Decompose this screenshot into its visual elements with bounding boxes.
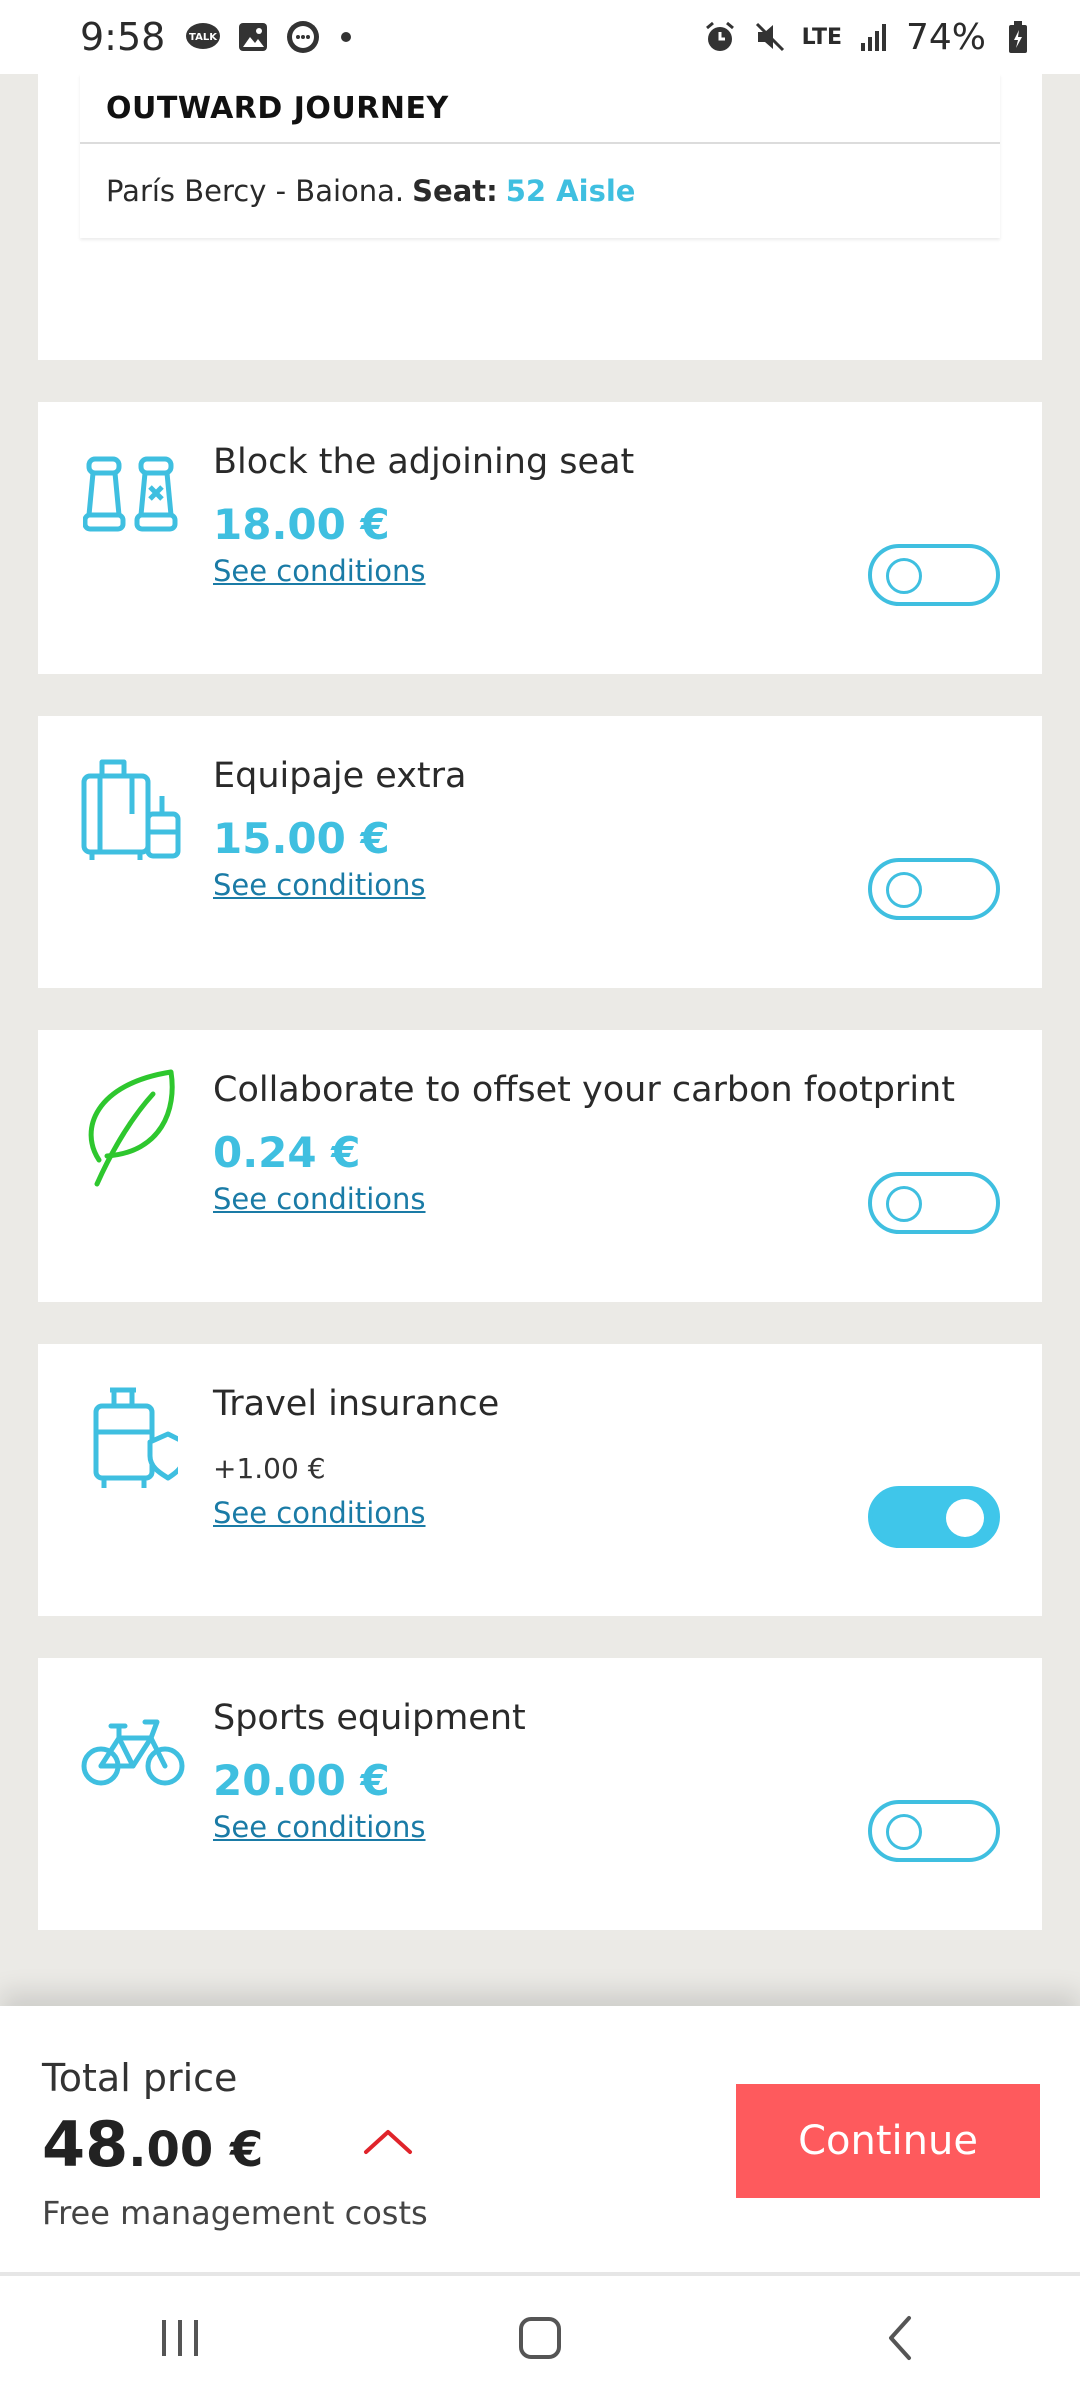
back-icon[interactable] xyxy=(840,2293,960,2383)
network-type: LTE xyxy=(801,24,842,50)
alarm-icon xyxy=(702,19,738,55)
journey-section: OUTWARD JOURNEY París Bercy - Baiona. Se… xyxy=(38,74,1042,360)
status-time: 9:58 xyxy=(80,15,166,59)
talk-icon: TALK xyxy=(185,19,221,55)
extra-price: 20.00 € xyxy=(213,1756,390,1805)
total-price-amount: 48.00 € xyxy=(42,2108,263,2181)
battery-percent: 74% xyxy=(905,16,986,58)
recent-apps-icon[interactable] xyxy=(120,2293,240,2383)
toggle-knob xyxy=(946,1499,984,1537)
insurance-luggage-icon xyxy=(78,1384,188,1494)
see-conditions-link[interactable]: See conditions xyxy=(213,554,426,588)
extra-card-extra-luggage: Equipaje extra 15.00 € See conditions xyxy=(38,716,1042,988)
block-seat-toggle[interactable] xyxy=(868,544,1000,606)
luggage-icon xyxy=(78,756,188,866)
travel-insurance-toggle[interactable] xyxy=(868,1486,1000,1548)
extra-card-carbon-offset: Collaborate to offset your carbon footpr… xyxy=(38,1030,1042,1302)
toggle-knob xyxy=(886,1814,922,1850)
total-price-bar: Total price 48.00 € Free management cost… xyxy=(0,2006,1080,2272)
seats-icon xyxy=(78,442,188,552)
extra-price: 15.00 € xyxy=(213,814,390,863)
chevron-up-icon[interactable] xyxy=(360,2124,416,2160)
bicycle-icon xyxy=(78,1698,188,1808)
journey-route: París Bercy - Baiona. Seat: 52 Aisle xyxy=(80,144,1000,238)
journey-title: OUTWARD JOURNEY xyxy=(80,74,1000,144)
toggle-knob xyxy=(886,872,922,908)
extra-luggage-toggle[interactable] xyxy=(868,858,1000,920)
extra-price: 18.00 € xyxy=(213,500,390,549)
svg-text:TALK: TALK xyxy=(189,32,218,43)
leaf-icon xyxy=(78,1069,188,1187)
route-text: París Bercy - Baiona. xyxy=(106,174,405,208)
total-price-label: Total price xyxy=(42,2056,238,2100)
extra-price: +1.00 € xyxy=(213,1452,326,1485)
total-price-integer: 48 xyxy=(42,2108,129,2181)
messages-icon xyxy=(285,19,321,55)
see-conditions-link[interactable]: See conditions xyxy=(213,1496,426,1530)
status-left: 9:58 TALK xyxy=(80,15,352,59)
management-costs-note: Free management costs xyxy=(42,2194,428,2232)
extra-card-travel-insurance: Travel insurance +1.00 € See conditions xyxy=(38,1344,1042,1616)
extra-title: Sports equipment xyxy=(213,1698,526,1738)
see-conditions-link[interactable]: See conditions xyxy=(213,868,426,902)
see-conditions-link[interactable]: See conditions xyxy=(213,1182,426,1216)
mute-icon xyxy=(752,19,788,55)
toggle-knob xyxy=(886,558,922,594)
signal-icon xyxy=(856,19,892,55)
extra-title: Equipaje extra xyxy=(213,756,467,796)
status-bar: 9:58 TALK LTE 74% xyxy=(0,0,1080,74)
toggle-knob xyxy=(886,1186,922,1222)
seat-value: 52 Aisle xyxy=(505,174,636,208)
system-nav-bar xyxy=(0,2272,1080,2400)
journey-card: OUTWARD JOURNEY París Bercy - Baiona. Se… xyxy=(80,74,1000,238)
extra-card-block-seat: Block the adjoining seat 18.00 € See con… xyxy=(38,402,1042,674)
extra-title: Travel insurance xyxy=(213,1384,500,1424)
extra-title: Collaborate to offset your carbon footpr… xyxy=(213,1070,955,1110)
notification-dot xyxy=(341,32,352,42)
seat-label: Seat: xyxy=(412,174,498,208)
see-conditions-link[interactable]: See conditions xyxy=(213,1810,426,1844)
battery-icon xyxy=(1000,19,1036,55)
home-icon[interactable] xyxy=(480,2293,600,2383)
carbon-offset-toggle[interactable] xyxy=(868,1172,1000,1234)
status-right: LTE 74% xyxy=(702,17,1036,58)
continue-button[interactable]: Continue xyxy=(736,2084,1040,2198)
extra-card-sports-equipment: Sports equipment 20.00 € See conditions xyxy=(38,1658,1042,1930)
gallery-icon xyxy=(235,19,271,55)
sports-equipment-toggle[interactable] xyxy=(868,1800,1000,1862)
total-price-decimal: .00 € xyxy=(128,2122,264,2178)
extra-price: 0.24 € xyxy=(213,1128,361,1177)
extra-title: Block the adjoining seat xyxy=(213,442,635,482)
